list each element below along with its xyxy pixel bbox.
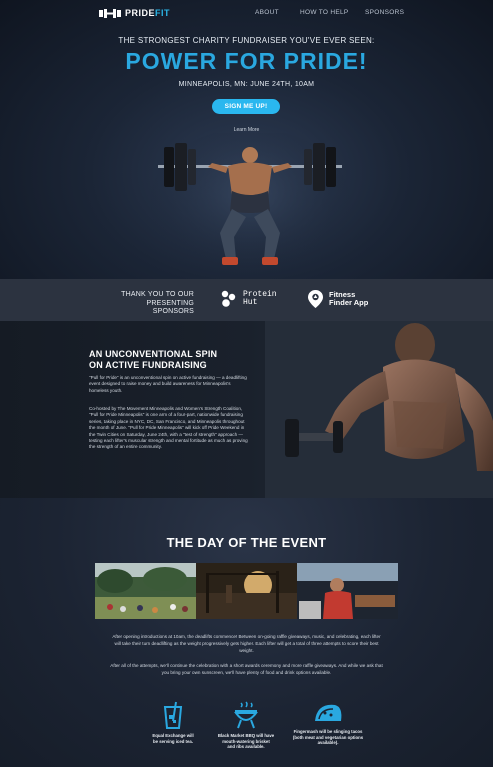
nav-link-sponsors[interactable]: SPONSORS [365,9,404,16]
event-photos [95,563,398,619]
event-day-paragraph-1: After opening introductions at 10am, the… [112,634,381,653]
about-paragraph-2: Co-hosted by The Movement Minneapolis an… [89,406,248,450]
sponsor-fitness-finder[interactable]: Fitness Finder App [308,290,368,308]
sponsors-thanks: THANK YOU TO OUR PRESENTING SPONSORS [104,291,194,317]
protein-hut-name: Protein Hut [243,290,277,308]
sponsors-thanks-line1: THANK YOU TO OUR [121,291,194,298]
about-title: AN UNCONVENTIONAL SPIN ON ACTIVE FUNDRAI… [89,349,249,370]
about-section: AN UNCONVENTIONAL SPIN ON ACTIVE FUNDRAI… [0,321,493,498]
food-vendor-photo [297,563,398,619]
event-day-section: THE DAY OF THE EVENT After opening intro… [0,498,493,767]
grill-icon [234,701,258,729]
feature-bbq-line3: and ribs available. [227,744,265,750]
feature-iced-tea-text: Equal Exchange will be serving iced tea. [133,733,213,744]
taco-icon [315,704,342,721]
park-crowd-photo [95,563,196,619]
location-pin-icon [308,290,323,308]
brand-logo[interactable]: PRIDEFIT [99,8,170,18]
top-nav: PRIDEFIT ABOUT HOW TO HELP SPONSORS [0,0,493,26]
feature-tacos-line3: available). [317,740,339,746]
brand-name-accent: FIT [155,8,171,18]
nav-link-how-to-help[interactable]: HOW TO HELP [300,9,349,16]
event-date-location: MINNEAPOLIS, MN: JUNE 24TH, 10AM [178,81,315,88]
sponsors-thanks-line2: PRESENTING SPONSORS [146,299,194,316]
about-title-line1: AN UNCONVENTIONAL SPIN [89,349,218,359]
hero-tagline: THE STRONGEST CHARITY FUNDRAISER YOU'VE … [118,36,375,45]
bodybuilder-image [265,321,493,498]
brand-name: PRIDEFIT [125,8,170,18]
sunset-gym-photo [196,563,297,619]
barbell-logo-icon [99,8,121,18]
feature-iced-tea: Equal Exchange will be serving iced tea. [133,701,213,744]
sponsor-protein-hut[interactable]: Protein Hut [220,290,277,308]
sponsors-bar: THANK YOU TO OUR PRESENTING SPONSORS Pro… [0,279,493,321]
protein-hut-name-line2: Hut [243,298,258,307]
about-title-line2: ON ACTIVE FUNDRAISING [89,359,207,370]
feature-iced-tea-line2: be serving iced tea. [153,738,193,744]
iced-tea-icon [163,701,183,729]
feature-bbq-text: Black Market BBQ will have mouth-waterin… [206,733,286,750]
sign-up-button[interactable]: SIGN ME UP! [212,99,280,114]
feature-bbq: Black Market BBQ will have mouth-waterin… [206,701,286,750]
page: PRIDEFIT ABOUT HOW TO HELP SPONSORS THE … [0,0,493,767]
nav-link-about[interactable]: ABOUT [255,9,279,16]
event-day-title: THE DAY OF THE EVENT [166,535,327,550]
feature-tacos-text: Fingermash will be slinging tacos (both … [288,729,368,746]
hero-headline: POWER FOR PRIDE! [125,48,368,74]
protein-hut-logo-icon [221,290,236,307]
feature-bbq-line1: Black Market BBQ will have [217,733,275,738]
fitness-finder-name-line2: Finder App [329,298,369,307]
hero-section: PRIDEFIT ABOUT HOW TO HELP SPONSORS THE … [0,0,493,279]
brand-name-main: PRIDE [125,8,156,18]
about-paragraph-1: "Pull for Pride" is an unconventional sp… [89,375,247,393]
feature-tacos: Fingermash will be slinging tacos (both … [288,701,368,746]
weightlifter-image [150,133,350,278]
feature-tacos-line1: Fingermash will be slinging tacos [293,729,363,734]
fitness-finder-name: Fitness Finder App [329,290,369,308]
event-day-paragraph-2: After all of the attempts, we'll continu… [110,663,383,675]
